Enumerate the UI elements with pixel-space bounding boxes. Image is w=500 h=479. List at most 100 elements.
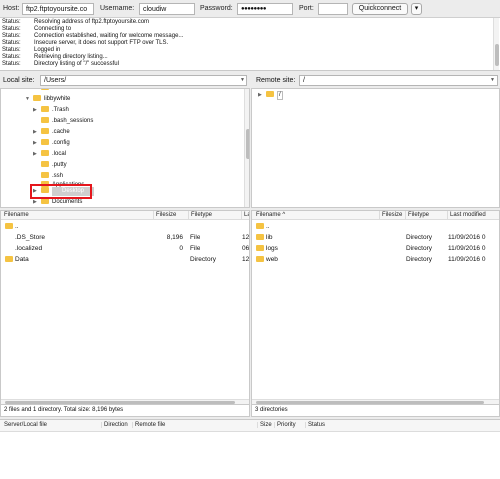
log-line: Status: Insecure server, it does not supp… [2, 40, 169, 46]
table-row[interactable]: logs Directory 11/09/2016 0 [252, 244, 499, 254]
folder-icon [5, 256, 13, 262]
log-scrollbar[interactable] [493, 18, 499, 70]
tree-item[interactable]: .ssh [33, 171, 63, 181]
folder-icon [33, 94, 41, 101]
tree-item[interactable]: ▶ .config [33, 138, 70, 148]
chevron-right-icon[interactable]: ▶ [33, 139, 41, 148]
folder-icon [41, 171, 49, 178]
message-log: Status: Resolving address of ftp2.ftptoyo… [0, 18, 500, 71]
log-line: Status: Connecting to [2, 26, 72, 32]
tree-item-root[interactable]: ▶ / [258, 90, 283, 100]
chevron-right-icon[interactable]: ▶ [258, 91, 266, 100]
log-scrollbar-thumb[interactable] [495, 44, 499, 66]
column-filetype[interactable]: Filetype [188, 211, 212, 220]
folder-icon [41, 127, 49, 134]
password-input[interactable]: ●●●●●●●● [237, 3, 293, 15]
table-row[interactable]: lib Directory 11/09/2016 0 [252, 233, 499, 243]
local-status-text: 2 files and 1 directory. Total size: 8,1… [4, 407, 124, 413]
folder-icon [266, 90, 274, 97]
folder-icon [41, 138, 49, 145]
table-row[interactable]: .DS_Store 8,196 File 12 [1, 233, 249, 243]
local-file-list-scrollbar-thumb[interactable] [5, 401, 235, 404]
sort-ascending-icon: ^ [282, 212, 286, 218]
log-line: Status: Logged in [2, 47, 61, 53]
local-file-list-scrollbar[interactable] [1, 399, 249, 404]
column-status[interactable]: Status [305, 422, 325, 428]
column-priority[interactable]: Priority [274, 422, 296, 428]
desktop-highlight-box [30, 184, 92, 199]
log-line: Status: Connection established, waiting f… [2, 33, 184, 39]
remote-file-list: Filename ^ Filesize Filetype Last modifi… [251, 210, 500, 405]
chevron-right-icon[interactable]: ▶ [33, 150, 41, 159]
local-tree-scrollbar[interactable] [244, 89, 249, 207]
column-filesize[interactable]: Filesize [379, 211, 402, 220]
table-row[interactable]: .localized 0 File 06 [1, 244, 249, 254]
folder-icon [41, 160, 49, 167]
remote-site-bar: Remote site: / ▼ [252, 73, 500, 87]
tree-item[interactable]: ▶ .Trash [33, 105, 69, 115]
username-input[interactable]: cloudiw [139, 3, 195, 15]
port-label: Port: [299, 5, 314, 12]
port-input[interactable] [318, 3, 348, 15]
chevron-down-icon[interactable]: ▼ [25, 95, 33, 104]
column-direction[interactable]: Direction [101, 422, 128, 428]
tree-item[interactable]: ▶ .local [33, 149, 66, 159]
transfer-queue-header: Server/Local file Direction Remote file … [0, 420, 500, 432]
tree-item[interactable]: ▶ Documents [33, 197, 82, 207]
local-site-label: Local site: [3, 77, 35, 84]
remote-status-text: 3 directories [255, 407, 288, 413]
column-last-modified[interactable]: La [241, 211, 249, 220]
column-filename[interactable]: Filename ^ [256, 211, 285, 220]
column-size[interactable]: Size [257, 422, 272, 428]
quickconnect-button[interactable]: Quickconnect [352, 3, 408, 15]
tree-item[interactable]: .bash_sessions [33, 116, 93, 126]
local-tree-scrollbar-thumb[interactable] [246, 129, 249, 159]
local-status-bar: 2 files and 1 directory. Total size: 8,1… [0, 405, 250, 417]
remote-file-list-header: Filename ^ Filesize Filetype Last modifi… [252, 211, 499, 220]
folder-icon [256, 256, 264, 262]
local-file-list: Filename Filesize Filetype La .. .DS_Sto… [0, 210, 250, 405]
remote-file-list-scrollbar-thumb[interactable] [256, 401, 484, 404]
tree-item[interactable]: .putty [33, 160, 67, 170]
table-row[interactable]: web Directory 11/09/2016 0 [252, 255, 499, 265]
column-last-modified[interactable]: Last modified [447, 211, 486, 220]
folder-icon [256, 234, 264, 240]
column-filename[interactable]: Filename [4, 211, 29, 220]
host-label: Host: [3, 5, 20, 12]
log-line: Status: Resolving address of ftp2.ftptoyo… [2, 19, 150, 25]
remote-directory-tree: ▶ / [251, 88, 500, 208]
tree-item[interactable]: shared [33, 89, 70, 93]
local-site-bar: Local site: /Users/ ▼ [0, 73, 249, 87]
column-server-local-file[interactable]: Server/Local file [4, 422, 47, 428]
chevron-right-icon[interactable]: ▶ [33, 128, 41, 137]
table-row[interactable]: .. [1, 222, 249, 232]
quickconnect-dropdown-icon[interactable]: ▾ [411, 3, 422, 15]
column-remote-file[interactable]: Remote file [132, 422, 165, 428]
tree-item[interactable]: ▼ libbywhite [25, 94, 70, 104]
folder-icon [41, 149, 49, 156]
log-line: Status: Directory listing of "/" successf… [2, 61, 119, 67]
remote-file-list-scrollbar[interactable] [252, 399, 499, 404]
chevron-right-icon[interactable]: ▶ [33, 106, 41, 115]
remote-site-path-input[interactable]: / [299, 75, 498, 86]
local-file-list-header: Filename Filesize Filetype La [1, 211, 249, 220]
local-directory-tree: shared ▼ libbywhite ▶ .Trash .bash_session… [0, 88, 250, 208]
remote-status-bar: 3 directories [251, 405, 500, 417]
column-filesize[interactable]: Filesize [153, 211, 176, 220]
table-row[interactable]: .. [252, 222, 499, 232]
log-line: Status: Retrieving directory listing... [2, 54, 108, 60]
tree-item[interactable]: ▶ .cache [33, 127, 70, 137]
chevron-right-icon[interactable]: ▶ [33, 198, 41, 207]
folder-icon [41, 105, 49, 112]
quickconnect-bar: Host: ftp2.ftptoyoursite.co Username: cl… [0, 0, 500, 18]
folder-icon [41, 89, 49, 90]
transfer-queue: Server/Local file Direction Remote file … [0, 419, 500, 479]
folder-icon [256, 245, 264, 251]
folder-icon [5, 223, 13, 229]
remote-site-dropdown-icon[interactable]: ▼ [490, 77, 495, 83]
local-site-path-input[interactable]: /Users/ [40, 75, 247, 86]
table-row[interactable]: Data Directory 12 [1, 255, 249, 265]
host-input[interactable]: ftp2.ftptoyoursite.co [22, 3, 94, 15]
local-site-dropdown-icon[interactable]: ▼ [240, 77, 245, 83]
column-filetype[interactable]: Filetype [405, 211, 429, 220]
